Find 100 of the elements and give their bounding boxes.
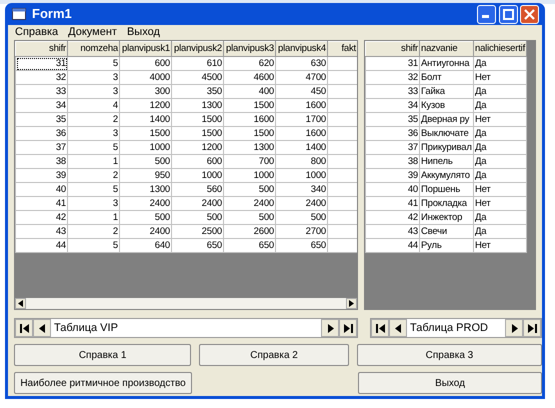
table-cell: 500 bbox=[172, 210, 224, 225]
column-header[interactable]: fakt bbox=[328, 42, 357, 57]
table-cell: Поршень bbox=[420, 182, 474, 197]
table-cell: 39 bbox=[16, 168, 68, 183]
table-cell: Да bbox=[474, 210, 526, 225]
next-record-icon[interactable] bbox=[505, 319, 523, 337]
column-header[interactable]: shifr bbox=[366, 42, 420, 57]
table-cell: 1300 bbox=[224, 140, 276, 155]
action-button[interactable]: Наиболее ритмичное производство bbox=[14, 372, 192, 394]
table-cell: 350 bbox=[172, 84, 224, 99]
column-header[interactable]: planvipusk1 bbox=[120, 42, 172, 57]
table-cell: 36 bbox=[366, 126, 420, 141]
previous-record-icon[interactable] bbox=[33, 319, 51, 337]
table-cell: 950 bbox=[120, 168, 172, 183]
table-cell: 800 bbox=[276, 154, 328, 169]
table-cell: 500 bbox=[120, 210, 172, 225]
column-header[interactable]: nomzeha bbox=[68, 42, 120, 57]
maximize-button[interactable] bbox=[498, 4, 518, 24]
table-cell: 32 bbox=[366, 70, 420, 85]
menu-item[interactable]: Справка bbox=[10, 25, 64, 40]
action-button[interactable]: Справка 1 bbox=[14, 344, 192, 366]
table-cell: 5 bbox=[68, 140, 120, 155]
table-cell: 2600 bbox=[224, 224, 276, 239]
scroll-left-icon[interactable] bbox=[15, 298, 26, 309]
table-cell: Да bbox=[474, 140, 526, 155]
table-cell: 5 bbox=[68, 56, 120, 71]
table-cell: Нет bbox=[474, 238, 526, 253]
table-cell: 450 bbox=[276, 84, 328, 99]
next-record-icon[interactable] bbox=[321, 319, 339, 337]
column-header[interactable]: planvipusk3 bbox=[224, 42, 276, 57]
table-cell: 42 bbox=[366, 210, 420, 225]
column-header[interactable]: planvipusk4 bbox=[276, 42, 328, 57]
horizontal-scrollbar[interactable] bbox=[15, 298, 357, 309]
table-cell: 1200 bbox=[120, 98, 172, 113]
table-cell: 500 bbox=[224, 210, 276, 225]
table-cell: 4000 bbox=[120, 70, 172, 85]
table-cell: 38 bbox=[16, 154, 68, 169]
table-cell: 3 bbox=[68, 70, 120, 85]
table-cell: 4500 bbox=[172, 70, 224, 85]
table-cell: 40 bbox=[16, 182, 68, 197]
table-cell: 1400 bbox=[276, 140, 328, 155]
action-button[interactable]: Справка 2 bbox=[199, 344, 349, 366]
table-cell: 1300 bbox=[120, 182, 172, 197]
scroll-right-icon[interactable] bbox=[346, 298, 357, 309]
minimize-button[interactable] bbox=[476, 4, 496, 24]
table-cell: 1500 bbox=[172, 112, 224, 127]
first-record-icon[interactable] bbox=[15, 319, 33, 337]
first-record-icon[interactable] bbox=[371, 319, 389, 337]
last-record-icon[interactable] bbox=[523, 319, 541, 337]
table-cell: 2400 bbox=[276, 196, 328, 211]
table-cell: 34 bbox=[366, 98, 420, 113]
table-cell: Кузов bbox=[420, 98, 474, 113]
table-cell: 650 bbox=[172, 238, 224, 253]
table-cell: 3 bbox=[68, 126, 120, 141]
table-cell: 1 bbox=[68, 210, 120, 225]
table-cell: 37 bbox=[16, 140, 68, 155]
column-header[interactable]: planvipusk2 bbox=[172, 42, 224, 57]
action-button[interactable]: Выход bbox=[358, 372, 542, 394]
table-cell: 560 bbox=[172, 182, 224, 197]
table-cell: 41 bbox=[16, 196, 68, 211]
last-record-icon[interactable] bbox=[339, 319, 357, 337]
table-cell: 1500 bbox=[224, 126, 276, 141]
table-cell: 2 bbox=[68, 168, 120, 183]
table-cell: 1500 bbox=[172, 126, 224, 141]
table-cell: 2700 bbox=[276, 224, 328, 239]
table-cell: 2400 bbox=[120, 224, 172, 239]
action-button[interactable]: Справка 3 bbox=[356, 344, 542, 366]
table-cell: 300 bbox=[120, 84, 172, 99]
table-cell: 37 bbox=[366, 140, 420, 155]
previous-record-icon[interactable] bbox=[389, 319, 407, 337]
table-cell: Нет bbox=[474, 182, 526, 197]
table-cell: 1600 bbox=[276, 126, 328, 141]
table-cell: Руль bbox=[420, 238, 474, 253]
table-cell: 31 bbox=[366, 56, 420, 71]
menu-item[interactable]: Выход bbox=[122, 25, 165, 40]
table-cell: Нипель bbox=[420, 154, 474, 169]
menu-item[interactable]: Документ bbox=[63, 25, 122, 40]
table-cell: Антиугонна bbox=[420, 56, 474, 71]
table-cell: 34 bbox=[16, 98, 68, 113]
column-header[interactable]: nalichiesertif bbox=[474, 42, 526, 57]
table-cell: 4600 bbox=[224, 70, 276, 85]
table-cell: 400 bbox=[224, 84, 276, 99]
close-button[interactable] bbox=[520, 4, 540, 24]
table-cell: 5 bbox=[68, 238, 120, 253]
table-cell: 2500 bbox=[172, 224, 224, 239]
table-cell: 650 bbox=[224, 238, 276, 253]
table-cell: 1300 bbox=[172, 98, 224, 113]
table-cell: 1700 bbox=[276, 112, 328, 127]
table-cell: 650 bbox=[276, 238, 328, 253]
column-header[interactable]: nazvanie bbox=[420, 42, 474, 57]
table-cell: 43 bbox=[366, 224, 420, 239]
table-cell: Да bbox=[474, 154, 526, 169]
table-cell: 44 bbox=[16, 238, 68, 253]
column-header[interactable]: shifr bbox=[16, 42, 68, 57]
table-cell: Нет bbox=[474, 70, 526, 85]
table-cell: 1 bbox=[68, 154, 120, 169]
table-cell: Прикуривал bbox=[420, 140, 474, 155]
table-cell: 43 bbox=[16, 224, 68, 239]
table-cell: Болт bbox=[420, 70, 474, 85]
window-title: Form1 bbox=[32, 5, 72, 24]
